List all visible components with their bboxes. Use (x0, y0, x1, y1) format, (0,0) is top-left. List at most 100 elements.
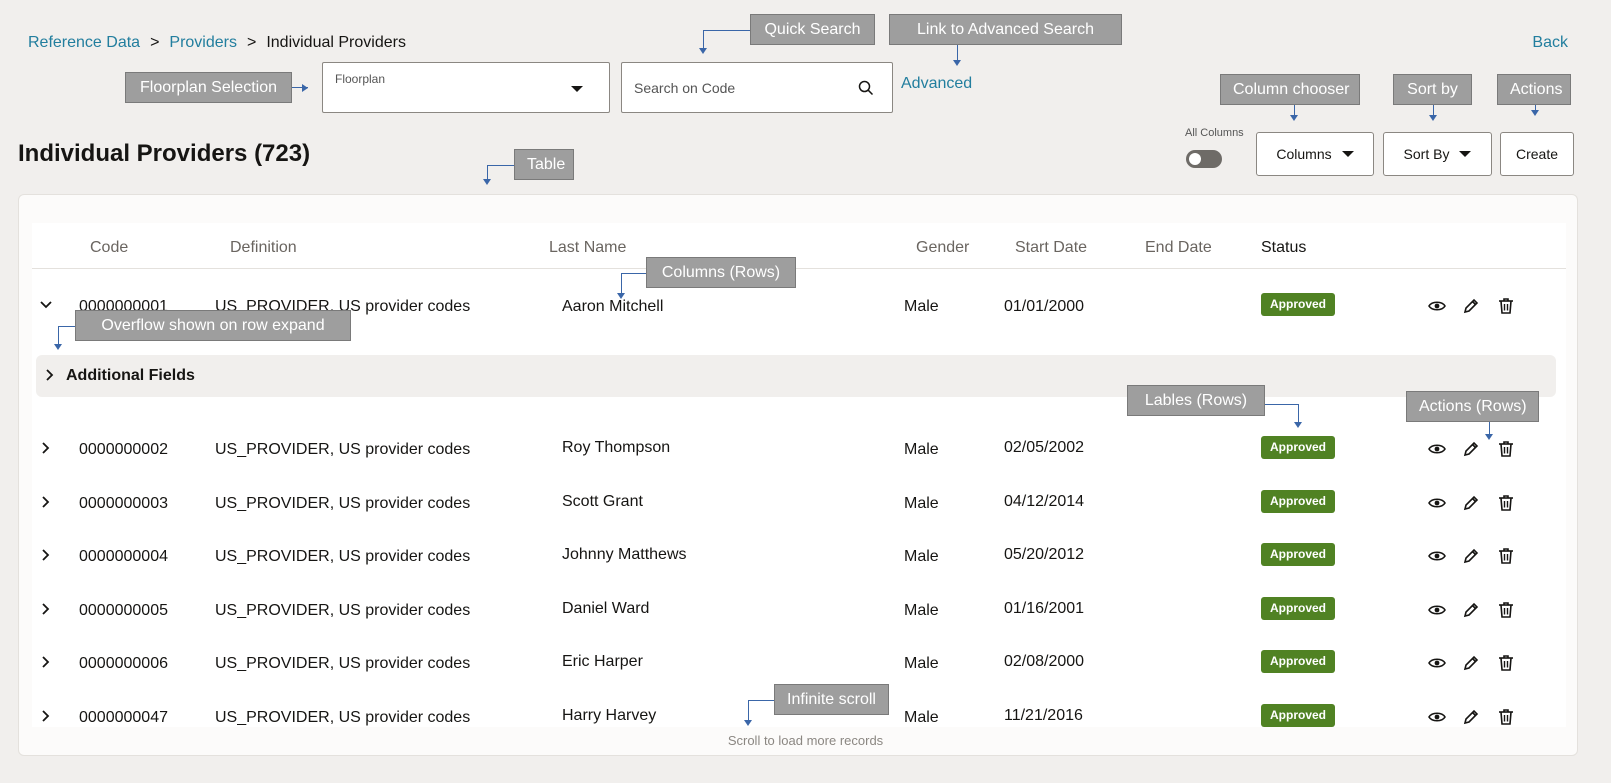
chevron-right-icon[interactable] (40, 549, 52, 561)
callout-leader (487, 165, 488, 179)
back-link[interactable]: Back (1532, 34, 1568, 52)
eye-icon[interactable] (1427, 600, 1447, 620)
caret-down-icon (1459, 151, 1472, 157)
callout-leader (1298, 404, 1299, 422)
callout-table: Table (514, 149, 574, 180)
all-columns-label: All Columns (1185, 127, 1244, 139)
pencil-icon[interactable] (1461, 653, 1481, 673)
table-row[interactable]: 0000000002 US_PROVIDER, US provider codes… (32, 422, 1566, 474)
callout-overflow: Overflow shown on row expand (75, 310, 351, 341)
search-input[interactable] (634, 77, 844, 99)
callout-leader (748, 700, 749, 722)
cell-last-name: Roy Thompson (562, 439, 671, 456)
pencil-icon[interactable] (1461, 439, 1481, 459)
trash-icon[interactable] (1496, 653, 1516, 673)
callout-arrow (744, 720, 752, 726)
chevron-down-icon[interactable] (40, 299, 52, 311)
chevron-right-icon[interactable] (40, 710, 52, 722)
caret-down-icon (1341, 151, 1354, 157)
table-row[interactable]: 0000000004 US_PROVIDER, US provider codes… (32, 529, 1566, 581)
search-icon[interactable] (858, 80, 874, 96)
eye-icon[interactable] (1427, 653, 1447, 673)
cell-last-name: Aaron Mitchell (562, 298, 664, 315)
cell-gender: Male (904, 495, 939, 512)
additional-fields-section[interactable]: Additional Fields (36, 355, 1556, 397)
trash-icon[interactable] (1496, 439, 1516, 459)
callout-arrow (1485, 434, 1493, 440)
column-header-last-name[interactable]: Last Name (549, 239, 626, 257)
cell-code: 0000000002 (79, 441, 168, 458)
trash-icon[interactable] (1496, 600, 1516, 620)
chevron-right-icon[interactable] (40, 442, 52, 454)
cell-code: 0000000005 (79, 602, 168, 619)
column-header-definition[interactable]: Definition (230, 239, 297, 257)
infinite-scroll-message: Scroll to load more records (727, 733, 884, 748)
callout-leader (621, 273, 646, 274)
breadcrumb-providers[interactable]: Providers (169, 34, 237, 52)
trash-icon[interactable] (1496, 296, 1516, 316)
pencil-icon[interactable] (1461, 707, 1481, 727)
all-columns-toggle[interactable] (1186, 150, 1222, 168)
table-row[interactable]: 0000000005 US_PROVIDER, US provider codes… (32, 583, 1566, 635)
chevron-right-icon[interactable] (40, 496, 52, 508)
cell-start-date: 04/12/2014 (1004, 493, 1085, 510)
chevron-right-icon[interactable] (40, 603, 52, 615)
trash-icon[interactable] (1496, 707, 1516, 727)
cell-gender: Male (904, 602, 939, 619)
callout-sort-by: Sort by (1393, 74, 1472, 105)
cell-definition: US_PROVIDER, US provider codes (215, 655, 471, 672)
cell-code: 0000000006 (79, 655, 168, 672)
advanced-search-link[interactable]: Advanced (901, 75, 972, 93)
callout-arrow (1290, 115, 1298, 121)
providers-table: Code Definition Last Name Gender Start D… (18, 194, 1578, 756)
callout-column-chooser: Column chooser (1220, 74, 1360, 105)
columns-button[interactable]: Columns (1256, 132, 1374, 176)
status-badge: Approved (1261, 597, 1336, 620)
columns-button-label: Columns (1276, 146, 1332, 162)
cell-start-date: 02/08/2000 (1004, 653, 1085, 670)
breadcrumb-separator: > (246, 34, 257, 51)
callout-leader (703, 30, 704, 48)
pencil-icon[interactable] (1461, 600, 1481, 620)
column-header-gender[interactable]: Gender (916, 239, 969, 257)
table-row[interactable]: 0000000003 US_PROVIDER, US provider codes… (32, 476, 1566, 528)
column-header-code[interactable]: Code (90, 239, 128, 257)
pencil-icon[interactable] (1461, 546, 1481, 566)
create-button[interactable]: Create (1500, 132, 1574, 176)
callout-leader (58, 326, 59, 344)
table-row[interactable]: 0000000006 US_PROVIDER, US provider codes… (32, 636, 1566, 688)
status-badge: Approved (1261, 704, 1336, 727)
chevron-right-icon[interactable] (44, 369, 56, 381)
breadcrumb-separator: > (150, 34, 160, 51)
column-header-end-date[interactable]: End Date (1145, 239, 1212, 257)
cell-definition: US_PROVIDER, US provider codes (215, 441, 471, 458)
sort-by-button[interactable]: Sort By (1383, 132, 1492, 176)
sort-by-button-label: Sort By (1403, 146, 1450, 162)
callout-leader (621, 273, 622, 293)
trash-icon[interactable] (1496, 546, 1516, 566)
callout-leader (1433, 105, 1434, 115)
cell-last-name: Johnny Matthews (562, 546, 687, 563)
eye-icon[interactable] (1427, 707, 1447, 727)
cell-last-name: Eric Harper (562, 653, 643, 670)
breadcrumb-reference-data[interactable]: Reference Data (28, 34, 140, 52)
floorplan-select[interactable]: Floorplan (322, 62, 610, 113)
cell-gender: Male (904, 298, 939, 315)
eye-icon[interactable] (1427, 493, 1447, 513)
table-body[interactable]: Code Definition Last Name Gender Start D… (32, 223, 1566, 727)
pencil-icon[interactable] (1461, 493, 1481, 513)
cell-definition: US_PROVIDER, US provider codes (215, 548, 471, 565)
eye-icon[interactable] (1427, 296, 1447, 316)
eye-icon[interactable] (1427, 439, 1447, 459)
callout-columns-rows: Columns (Rows) (646, 257, 796, 288)
trash-icon[interactable] (1496, 493, 1516, 513)
additional-fields-label: Additional Fields (66, 367, 195, 384)
chevron-right-icon[interactable] (40, 656, 52, 668)
eye-icon[interactable] (1427, 546, 1447, 566)
status-badge: Approved (1261, 436, 1336, 459)
column-header-start-date[interactable]: Start Date (1015, 239, 1087, 257)
cell-start-date: 01/01/2000 (1004, 298, 1085, 315)
caret-down-icon (571, 86, 583, 92)
column-header-status[interactable]: Status (1261, 239, 1306, 257)
pencil-icon[interactable] (1461, 296, 1481, 316)
